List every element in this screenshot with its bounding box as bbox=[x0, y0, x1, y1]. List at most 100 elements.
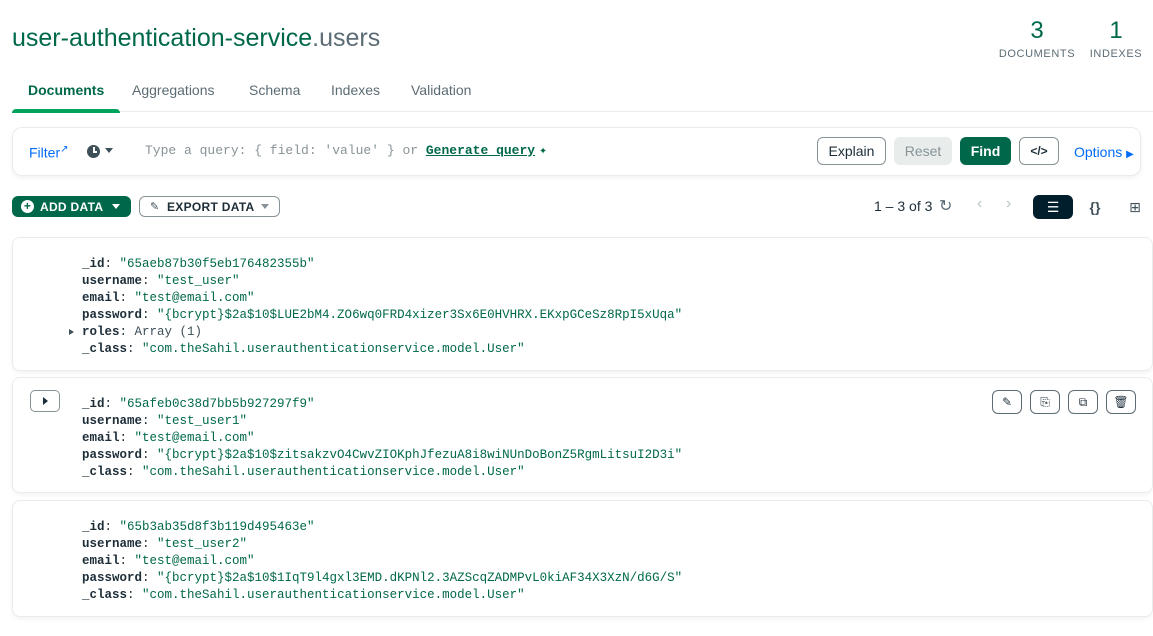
field-row: _class: "com.theSahil.userauthentication… bbox=[82, 341, 682, 358]
field-row: username: "test_user" bbox=[82, 273, 682, 290]
field-key: username bbox=[82, 537, 143, 551]
field-separator: : bbox=[104, 520, 120, 534]
documents-stat: 3 DOCUMENTS bbox=[995, 16, 1079, 60]
field-separator: : bbox=[142, 448, 158, 462]
field-value: "65b3ab35d8f3b119d495463e" bbox=[119, 520, 315, 534]
field-separator: : bbox=[119, 291, 135, 305]
caret-down-icon bbox=[105, 148, 113, 153]
field-value: "test_user1" bbox=[157, 414, 248, 428]
field-key: _id bbox=[82, 397, 105, 411]
query-input[interactable]: Type a query: { field: 'value' } or Gene… bbox=[145, 143, 547, 158]
caret-down-icon bbox=[261, 204, 269, 209]
field-value: Array (1) bbox=[134, 325, 203, 339]
field-key: password bbox=[82, 571, 143, 585]
tab-schema[interactable]: Schema bbox=[233, 82, 316, 112]
pencil-icon[interactable]: ✎ bbox=[992, 390, 1022, 414]
field-key: email bbox=[82, 291, 120, 305]
field-value: "com.theSahil.userauthenticationservice.… bbox=[142, 588, 525, 602]
list-view-icon[interactable]: ☰ bbox=[1033, 195, 1073, 219]
export-icon: ✎ bbox=[150, 201, 160, 213]
field-row: _class: "com.theSahil.userauthentication… bbox=[82, 587, 682, 604]
json-view-icon[interactable]: {} bbox=[1075, 195, 1115, 219]
field-value: "65aeb87b30f5eb176482355b" bbox=[119, 257, 315, 271]
documents-count: 3 bbox=[1030, 17, 1044, 44]
chevron-left-icon[interactable]: ‹ bbox=[977, 195, 982, 213]
field-separator: : bbox=[142, 414, 158, 428]
field-separator: : bbox=[127, 465, 143, 479]
generate-query-link[interactable]: Generate query bbox=[426, 143, 535, 158]
field-separator: : bbox=[142, 537, 158, 551]
field-separator: : bbox=[142, 308, 158, 322]
query-bar: Filter↗ Type a query: { field: 'value' }… bbox=[12, 127, 1141, 176]
query-history-button[interactable] bbox=[87, 143, 119, 161]
document-card[interactable]: _id: "65b3ab35d8f3b119d495463e" username… bbox=[12, 500, 1153, 617]
field-row: email: "test@email.com" bbox=[82, 553, 682, 570]
field-value: "test@email.com" bbox=[134, 431, 255, 445]
field-key: username bbox=[82, 414, 143, 428]
document-card[interactable]: _id: "65afeb0c38d7bb5b927297f9" username… bbox=[12, 377, 1153, 493]
document-card[interactable]: _id: "65aeb87b30f5eb176482355b" username… bbox=[12, 237, 1153, 371]
field-value: "{bcrypt}$2a$10$LUE2bM4.ZO6wq0FRD4xizer3… bbox=[157, 308, 683, 322]
field-key: _class bbox=[82, 588, 128, 602]
field-row: email: "test@email.com" bbox=[82, 290, 682, 307]
field-row: email: "test@email.com" bbox=[82, 430, 682, 447]
add-data-button[interactable]: + ADD DATA bbox=[12, 196, 131, 217]
clone-icon[interactable]: ⧉ bbox=[1068, 390, 1098, 414]
database-name[interactable]: user-authentication-service bbox=[12, 24, 312, 52]
indexes-stat: 1 INDEXES bbox=[1088, 16, 1144, 60]
field-key: email bbox=[82, 554, 120, 568]
documents-label: DOCUMENTS bbox=[998, 48, 1076, 60]
field-value: "com.theSahil.userauthenticationservice.… bbox=[142, 465, 525, 479]
document-fields: _id: "65afeb0c38d7bb5b927297f9" username… bbox=[82, 396, 682, 481]
field-row-expandable[interactable]: roles: Array (1) bbox=[69, 324, 682, 341]
field-separator: : bbox=[119, 431, 135, 445]
tab-indexes[interactable]: Indexes bbox=[315, 82, 396, 112]
field-value: "com.theSahil.userauthenticationservice.… bbox=[142, 342, 525, 356]
field-row: _id: "65b3ab35d8f3b119d495463e" bbox=[82, 519, 682, 536]
refresh-icon[interactable]: ↻ bbox=[939, 196, 952, 216]
add-data-label: ADD DATA bbox=[40, 200, 104, 214]
code-view-button[interactable]: </> bbox=[1019, 137, 1059, 165]
table-view-icon[interactable]: ⊞ bbox=[1115, 195, 1153, 219]
field-key: username bbox=[82, 274, 143, 288]
copy-icon[interactable]: ⎘ bbox=[1030, 390, 1060, 414]
caret-right-icon: ▶ bbox=[1126, 149, 1134, 160]
reset-button[interactable]: Reset bbox=[894, 137, 952, 165]
explain-button[interactable]: Explain bbox=[817, 137, 886, 165]
trash-icon[interactable]: 🗑 bbox=[1106, 390, 1136, 414]
query-placeholder: Type a query: { field: 'value' } or bbox=[145, 143, 419, 158]
field-separator: : bbox=[119, 554, 135, 568]
field-separator: : bbox=[127, 588, 143, 602]
tab-aggregations[interactable]: Aggregations bbox=[116, 82, 231, 112]
field-row: _id: "65aeb87b30f5eb176482355b" bbox=[82, 256, 682, 273]
filter-label: Filter bbox=[29, 144, 61, 161]
view-toggle: ☰ {} ⊞ bbox=[1033, 195, 1153, 219]
tab-validation[interactable]: Validation bbox=[395, 82, 487, 112]
export-data-button[interactable]: ✎ EXPORT DATA bbox=[139, 196, 280, 217]
document-fields: _id: "65aeb87b30f5eb176482355b" username… bbox=[69, 256, 683, 358]
field-separator: : bbox=[119, 325, 135, 339]
options-toggle[interactable]: Options ▶ bbox=[1074, 144, 1134, 160]
find-button[interactable]: Find bbox=[960, 137, 1011, 165]
filter-link[interactable]: Filter↗ bbox=[29, 144, 69, 161]
field-separator: : bbox=[104, 257, 120, 271]
chevron-right-icon[interactable]: › bbox=[1006, 195, 1011, 213]
field-value: "test_user" bbox=[157, 274, 240, 288]
field-row: password: "{bcrypt}$2a$10$1IqT9l4gxl3EMD… bbox=[82, 570, 682, 587]
pagination-text: 1 – 3 of 3 bbox=[874, 198, 933, 214]
field-row: _class: "com.theSahil.userauthentication… bbox=[82, 464, 682, 481]
page-title: user-authentication-service.users bbox=[12, 22, 380, 54]
caret-down-icon bbox=[112, 204, 120, 209]
field-separator: : bbox=[104, 397, 120, 411]
collection-tabs: Documents Aggregations Schema Indexes Va… bbox=[12, 70, 1153, 113]
plus-circle-icon: + bbox=[21, 200, 34, 213]
field-key: password bbox=[82, 448, 143, 462]
external-link-icon: ↗ bbox=[60, 144, 69, 155]
expand-icon[interactable] bbox=[30, 390, 60, 412]
field-key: _id bbox=[82, 520, 105, 534]
clock-icon bbox=[87, 145, 100, 158]
field-value: "test_user2" bbox=[157, 537, 248, 551]
field-row: username: "test_user2" bbox=[82, 536, 682, 553]
expand-field-icon[interactable] bbox=[69, 329, 74, 335]
tab-documents[interactable]: Documents bbox=[12, 82, 121, 113]
